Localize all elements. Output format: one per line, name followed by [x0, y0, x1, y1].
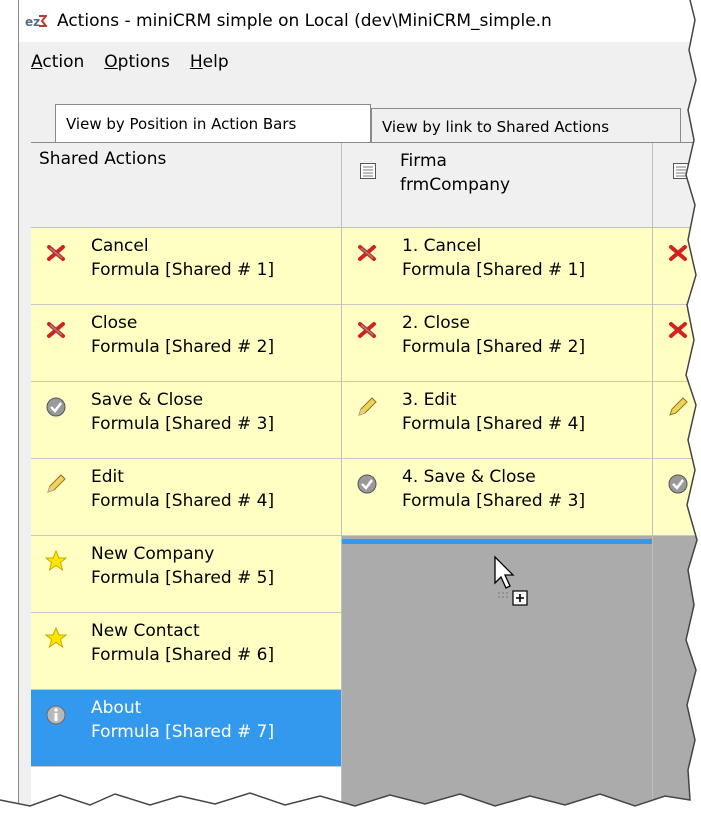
tab-view-by-position[interactable]: View by Position in Action Bars: [55, 104, 371, 142]
